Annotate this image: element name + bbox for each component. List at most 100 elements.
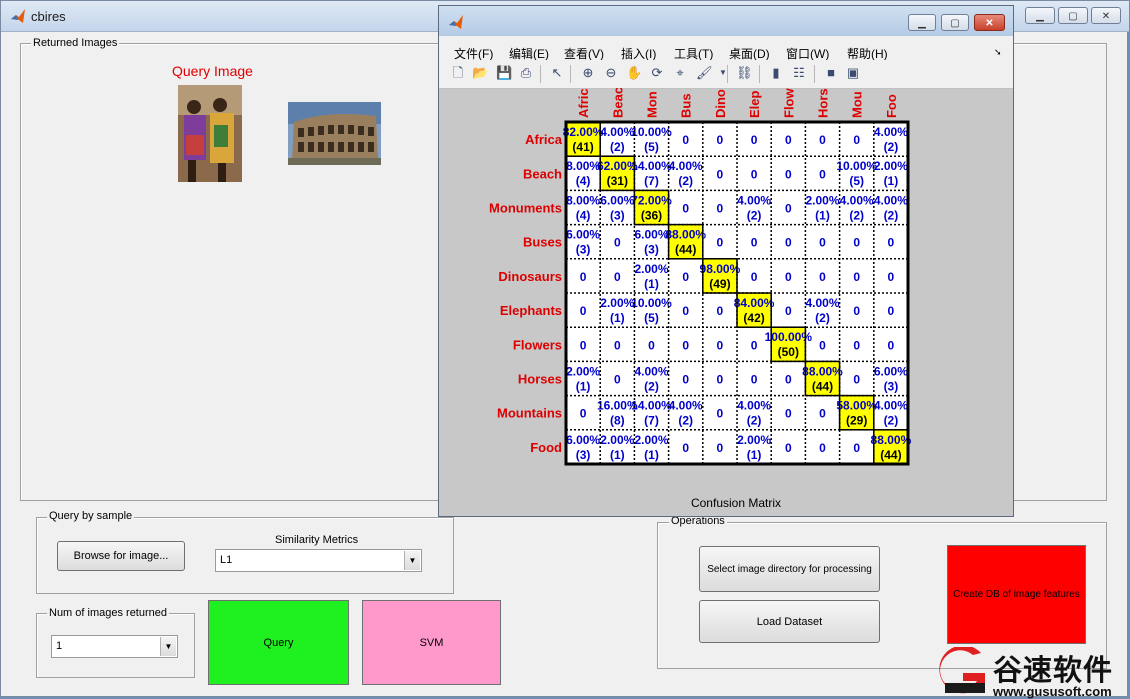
minimize-button[interactable]: ▁ [1025,7,1055,24]
column-label: Hors [816,88,831,118]
cell-percent: 4.00% [874,193,908,207]
cell-count: (3) [576,448,591,462]
cell-percent: 88.00% [802,364,843,378]
chart-title: Confusion Matrix [691,496,781,510]
cell-zero: 0 [717,441,724,455]
cell-percent: 82.00% [563,125,604,139]
cell-count: (1) [644,277,659,291]
cell-percent: 2.00% [874,159,908,173]
cell-count: (7) [644,414,659,428]
query-button[interactable]: Query [208,600,349,685]
zoom-in-icon[interactable]: ⊕ [580,65,596,81]
chevron-down-icon[interactable]: ▼ [715,65,731,81]
hide-plot-tools-icon[interactable]: ■ [823,65,839,81]
similarity-metric-select[interactable]: L1 ▼ [215,549,422,572]
column-label: Mou [850,91,865,118]
cell-percent: 6.00% [566,433,600,447]
cell-zero: 0 [580,304,587,318]
matlab-logo-icon [11,9,25,23]
cell-count: (3) [644,243,659,257]
cell-zero: 0 [614,338,621,352]
returned-images-label: Returned Images [31,37,120,49]
cell-zero: 0 [682,441,689,455]
browse-button[interactable]: Browse for image... [57,541,185,571]
cell-zero: 0 [888,338,895,352]
toolbar-separator [814,65,815,83]
cell-zero: 0 [785,373,792,387]
cell-zero: 0 [853,270,860,284]
cell-count: (2) [884,140,899,154]
cell-percent: 72.00% [631,193,672,207]
cell-percent: 2.00% [566,364,600,378]
svm-button[interactable]: SVM [362,600,501,685]
cell-zero: 0 [717,167,724,181]
cell-zero: 0 [785,441,792,455]
cell-zero: 0 [853,236,860,250]
row-label: Buses [523,235,562,250]
maximize-button[interactable]: ▢ [1058,7,1088,24]
cell-zero: 0 [580,407,587,421]
cell-percent: 8.00% [566,159,600,173]
column-label: Flow [781,88,796,118]
result-image [288,102,381,165]
cell-zero: 0 [819,167,826,181]
query-image-label: Query Image [172,63,253,79]
menubar-dock-arrow-icon[interactable]: ➘ [994,47,1002,58]
show-plot-tools-icon[interactable]: ▣ [845,65,861,81]
column-label: Foo [884,94,899,118]
print-icon[interactable]: ⎙ [518,65,534,81]
cell-count: (5) [644,311,659,325]
cell-count: (7) [644,174,659,188]
legend-icon[interactable]: ☷ [791,65,807,81]
colorbar-icon[interactable]: ▮ [768,65,784,81]
similarity-metrics-label: Similarity Metrics [275,534,359,546]
figure-maximize-button[interactable]: ▢ [941,14,969,31]
chevron-down-icon: ▼ [160,637,176,656]
cell-count: (44) [675,243,696,257]
cell-zero: 0 [751,338,758,352]
row-label: Elephants [500,303,562,318]
row-label: Flowers [513,337,562,352]
cell-count: (1) [815,208,830,222]
data-cursor-icon[interactable]: ⌖ [672,65,688,81]
close-button[interactable]: ✕ [1091,7,1121,24]
figure-titlebar[interactable]: ▁ ▢ ✕ [439,6,1013,36]
cell-zero: 0 [682,338,689,352]
figure-window: ▁ ▢ ✕ 文件(F) 编辑(E) 查看(V) 插入(I) 工具(T) 桌面(D… [438,5,1014,517]
brush-icon[interactable]: 🖌 [696,65,713,81]
link-icon[interactable]: ⛓ [736,65,753,81]
num-returned-label: Num of images returned [47,607,169,619]
cell-zero: 0 [682,202,689,216]
cell-percent: 2.00% [737,433,771,447]
pan-icon[interactable]: ✋ [626,65,642,81]
open-icon[interactable]: 📂 [472,65,488,81]
cell-zero: 0 [717,407,724,421]
watermark: 谷速软件 www.gususoft.com [931,647,1129,699]
cell-percent: 6.00% [566,228,600,242]
new-icon[interactable]: 🗋 [450,65,466,81]
cell-count: (36) [641,208,662,222]
select-directory-button[interactable]: Select image directory for processing [699,546,880,592]
window-title: cbires [31,9,66,24]
zoom-out-icon[interactable]: ⊖ [603,65,619,81]
cell-zero: 0 [819,236,826,250]
cell-count: (29) [846,414,867,428]
load-dataset-button[interactable]: Load Dataset [699,600,880,643]
figure-minimize-button[interactable]: ▁ [908,14,936,31]
toolbar-separator [570,65,571,83]
cell-zero: 0 [717,304,724,318]
cell-zero: 0 [819,407,826,421]
cell-zero: 0 [853,373,860,387]
figure-close-button[interactable]: ✕ [974,14,1005,31]
create-db-button[interactable]: Create DB of image features [947,545,1086,644]
cell-zero: 0 [717,236,724,250]
num-returned-select[interactable]: 1 ▼ [51,635,178,658]
cell-percent: 8.00% [566,193,600,207]
cell-zero: 0 [819,133,826,147]
rotate-icon[interactable]: ⟳ [649,65,665,81]
pointer-icon[interactable]: ↖ [549,65,565,81]
column-label: Beac [610,88,625,118]
cell-percent: 14.00% [631,159,672,173]
column-label: Mon [645,91,660,118]
save-icon[interactable]: 💾 [496,65,512,81]
